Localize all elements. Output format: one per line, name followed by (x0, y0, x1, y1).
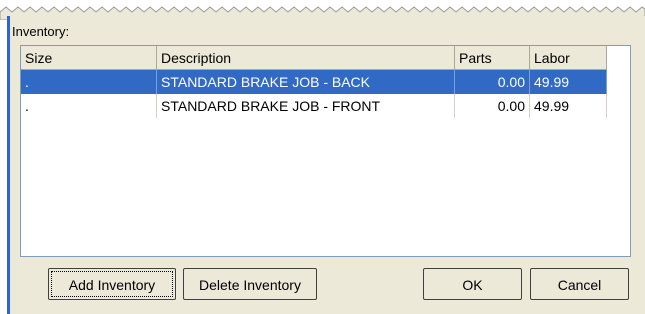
ok-button[interactable]: OK (423, 268, 522, 300)
size-cell: . (21, 70, 157, 94)
column-header-size[interactable]: Size (21, 46, 157, 70)
column-header-description[interactable]: Description (157, 46, 455, 70)
parts-cell: 0.00 (455, 70, 530, 94)
window-border-accent (7, 16, 10, 314)
inventory-list[interactable]: Size Description Parts Labor . STANDARD … (20, 45, 631, 257)
size-cell: . (21, 94, 157, 118)
column-header-parts[interactable]: Parts (455, 46, 530, 70)
cancel-button[interactable]: Cancel (530, 268, 629, 300)
table-row[interactable]: . STANDARD BRAKE JOB - BACK 0.00 49.99 (21, 70, 607, 94)
add-inventory-button[interactable]: Add Inventory (48, 268, 176, 300)
inventory-label: Inventory: (12, 24, 70, 39)
labor-cell: 49.99 (530, 94, 607, 118)
parts-cell: 0.00 (455, 94, 530, 118)
description-cell: STANDARD BRAKE JOB - BACK (157, 70, 455, 94)
delete-inventory-button[interactable]: Delete Inventory (183, 268, 317, 300)
column-header-labor[interactable]: Labor (530, 46, 607, 70)
labor-cell: 49.99 (530, 70, 607, 94)
description-cell: STANDARD BRAKE JOB - FRONT (157, 94, 455, 118)
table-row[interactable]: . STANDARD BRAKE JOB - FRONT 0.00 49.99 (21, 94, 607, 118)
